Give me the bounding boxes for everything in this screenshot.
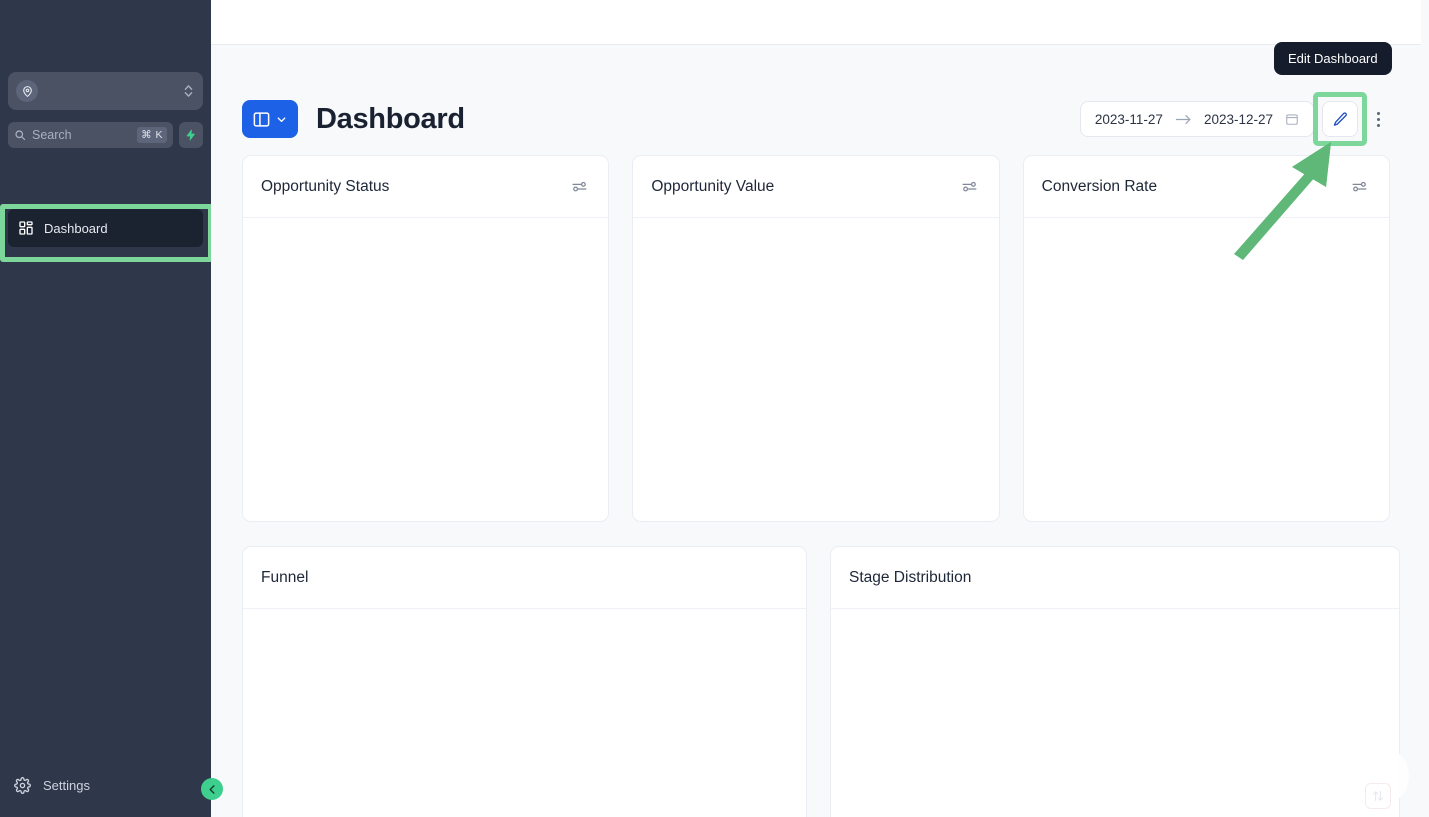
widget-card-header: Stage Distribution <box>831 547 1399 609</box>
lightning-bolt-icon <box>185 128 197 142</box>
sidebar-footer: Settings <box>0 769 211 801</box>
date-range-picker[interactable]: 2023-11-27 2023-12-27 <box>1080 101 1314 137</box>
edit-dashboard-button[interactable] <box>1322 101 1358 137</box>
sidebar-item-dashboard[interactable]: Dashboard <box>8 209 203 247</box>
avatar-location-icon <box>16 80 38 102</box>
widget-card: Opportunity Status <box>242 155 609 522</box>
widget-title: Opportunity Value <box>651 178 774 196</box>
widget-title: Funnel <box>261 569 308 587</box>
sidebar-item-settings[interactable]: Settings <box>0 769 211 801</box>
chevron-up-down-icon <box>181 82 195 100</box>
page-title: Dashboard <box>316 103 465 136</box>
settings-label: Settings <box>43 778 90 793</box>
search-input[interactable]: Search ⌘ K <box>8 122 173 148</box>
widget-chart-area <box>831 609 1399 817</box>
widget-title: Opportunity Status <box>261 178 389 196</box>
widget-chart-area <box>633 218 998 521</box>
widget-card: Funnel <box>242 546 807 817</box>
more-vertical-icon <box>1377 118 1380 121</box>
right-scroll-rail[interactable] <box>1421 0 1429 817</box>
search-row: Search ⌘ K <box>8 122 203 148</box>
search-placeholder: Search <box>32 122 131 148</box>
org-switcher[interactable] <box>8 72 203 110</box>
date-range-end[interactable]: 2023-12-27 <box>1204 112 1273 127</box>
more-vertical-icon <box>1377 124 1380 127</box>
panel-layout-icon <box>252 110 271 129</box>
widget-chart-area <box>243 218 608 521</box>
sort-arrows-icon[interactable] <box>1365 783 1391 809</box>
browser-top-bar <box>211 0 1421 45</box>
layout-dashboard-icon <box>18 220 34 236</box>
sidebar: Search ⌘ K <box>0 0 211 817</box>
edit-dashboard-wrapper <box>1322 101 1358 137</box>
page-header: Dashboard 2023-11-27 2023-12-27 <box>211 45 1421 155</box>
widget-title: Stage Distribution <box>849 569 971 587</box>
chevron-down-icon <box>275 113 288 126</box>
sidebar-nav: Dashboard <box>0 204 211 247</box>
sliders-icon[interactable] <box>568 176 590 198</box>
app-root: Search ⌘ K <box>0 0 1429 817</box>
date-range-arrow-icon <box>1175 113 1192 126</box>
sidebar-item-label: Dashboard <box>44 221 108 236</box>
dashboard-row-1: Opportunity Status Opportunity Value <box>211 155 1421 522</box>
widget-card-header: Conversion Rate <box>1024 156 1389 218</box>
sliders-icon[interactable] <box>1349 176 1371 198</box>
widget-card-header: Opportunity Value <box>633 156 998 218</box>
tooltip-text: Edit Dashboard <box>1288 51 1378 66</box>
chevron-left-icon <box>207 784 218 795</box>
widget-chart-area <box>1024 218 1389 521</box>
calendar-icon <box>1285 112 1299 126</box>
sliders-icon[interactable] <box>959 176 981 198</box>
header-actions: 2023-11-27 2023-12-27 <box>1080 101 1390 137</box>
more-vertical-icon <box>1377 112 1380 115</box>
widget-card: Stage Distribution <box>830 546 1400 817</box>
search-icon <box>14 129 26 141</box>
dashboard-row-2: Funnel Stage Distribution <box>211 522 1421 817</box>
dashboard-more-menu-button[interactable] <box>1366 101 1390 137</box>
widget-title: Conversion Rate <box>1042 178 1157 196</box>
widget-card: Opportunity Value <box>632 155 999 522</box>
main-content: Dashboard 2023-11-27 2023-12-27 <box>211 45 1421 817</box>
widget-card-header: Funnel <box>243 547 806 609</box>
date-range-start[interactable]: 2023-11-27 <box>1095 112 1163 127</box>
widget-chart-area <box>243 609 806 817</box>
sidebar-collapse-button[interactable] <box>201 778 223 800</box>
widget-card: Conversion Rate <box>1023 155 1390 522</box>
pencil-icon <box>1332 111 1349 128</box>
ai-assist-button[interactable] <box>179 122 203 148</box>
gear-icon <box>14 777 31 794</box>
search-shortcut-badge: ⌘ K <box>137 127 167 143</box>
tooltip-edit-dashboard: Edit Dashboard <box>1274 42 1392 75</box>
layout-switcher-button[interactable] <box>242 100 298 138</box>
widget-card-header: Opportunity Status <box>243 156 608 218</box>
